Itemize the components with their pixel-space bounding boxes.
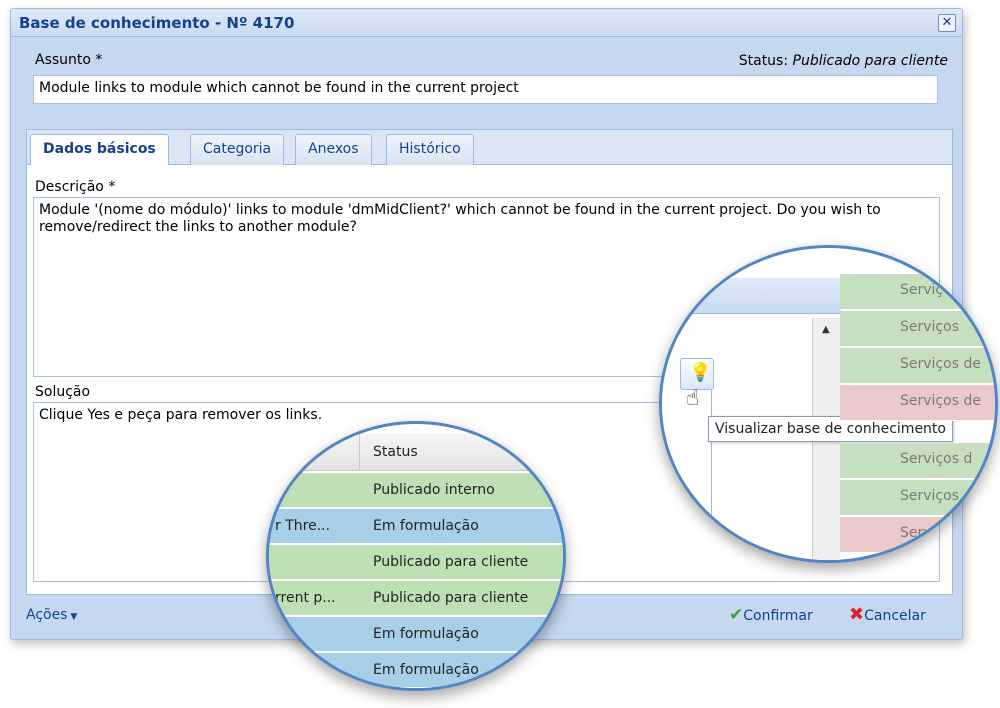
table-row[interactable]: Publicado interno bbox=[269, 473, 563, 508]
tab-anexos[interactable]: Anexos bbox=[295, 134, 372, 165]
zoom-grid-status: Status Publicado interno r Thre... Em fo… bbox=[266, 421, 566, 691]
table-row[interactable]: Publicado para cliente bbox=[269, 545, 563, 580]
status-label: Status: bbox=[738, 53, 789, 69]
actions-menu-button[interactable]: Ações ▼ bbox=[26, 607, 77, 623]
confirm-button[interactable]: ✔Confirmar bbox=[729, 605, 813, 625]
tab-strip: Dados básicos Categoria Anexos Histórico bbox=[26, 129, 953, 166]
list-item[interactable]: Serviços de bbox=[840, 385, 995, 421]
list-item[interactable]: Serviços de bbox=[840, 348, 995, 384]
list-item[interactable]: Serviços bbox=[840, 311, 995, 347]
actions-label: Ações bbox=[26, 607, 68, 623]
status-display: Status: Publicado para cliente bbox=[739, 53, 948, 69]
cancel-button[interactable]: ✖Cancelar bbox=[849, 604, 926, 625]
list-item[interactable]: Serviços d bbox=[840, 443, 995, 479]
table-row[interactable]: rrent p... Publicado para cliente bbox=[269, 581, 563, 616]
tab-dados-basicos[interactable]: Dados básicos bbox=[30, 134, 169, 166]
table-row[interactable]: r Thre... Em formulação bbox=[269, 509, 563, 544]
solution-label: Solução bbox=[35, 384, 91, 400]
status-value: Publicado para cliente bbox=[792, 53, 948, 69]
description-label: Descrição * bbox=[35, 179, 116, 195]
cancel-label: Cancelar bbox=[864, 608, 926, 624]
tab-categoria[interactable]: Categoria bbox=[190, 134, 285, 165]
subject-field[interactable]: Module links to module which cannot be f… bbox=[33, 75, 938, 104]
table-row[interactable]: Em formulação bbox=[269, 617, 563, 652]
tab-historico[interactable]: Histórico bbox=[386, 134, 474, 165]
cancel-icon: ✖ bbox=[849, 604, 865, 625]
hand-cursor-icon: ☝ bbox=[686, 386, 700, 411]
close-icon[interactable]: ✕ bbox=[938, 14, 956, 32]
status-column-header[interactable]: Status bbox=[373, 444, 418, 460]
dialog-title: Base de conhecimento - Nº 4170 bbox=[19, 14, 295, 32]
zoom-toolbar-tooltip: ▲ 💡 ☝ Visualizar base de conhecimento Se… bbox=[659, 245, 998, 563]
subject-label: Assunto * bbox=[35, 52, 103, 68]
list-item[interactable]: Serviços bbox=[840, 480, 995, 516]
lightbulb-icon: 💡 bbox=[689, 362, 712, 383]
dialog-titlebar[interactable]: Base de conhecimento - Nº 4170 ✕ bbox=[11, 9, 962, 37]
check-icon: ✔ bbox=[729, 605, 744, 625]
confirm-label: Confirmar bbox=[743, 608, 813, 624]
scroll-up-icon[interactable]: ▲ bbox=[822, 324, 830, 335]
grid-header: Status bbox=[269, 434, 563, 471]
list-item[interactable]: Servi bbox=[840, 517, 995, 553]
table-row[interactable]: Em formulação bbox=[269, 653, 563, 688]
zoom-panel-header bbox=[662, 278, 842, 314]
chevron-down-icon: ▼ bbox=[67, 612, 78, 622]
list-item[interactable]: Serviç bbox=[840, 274, 995, 310]
